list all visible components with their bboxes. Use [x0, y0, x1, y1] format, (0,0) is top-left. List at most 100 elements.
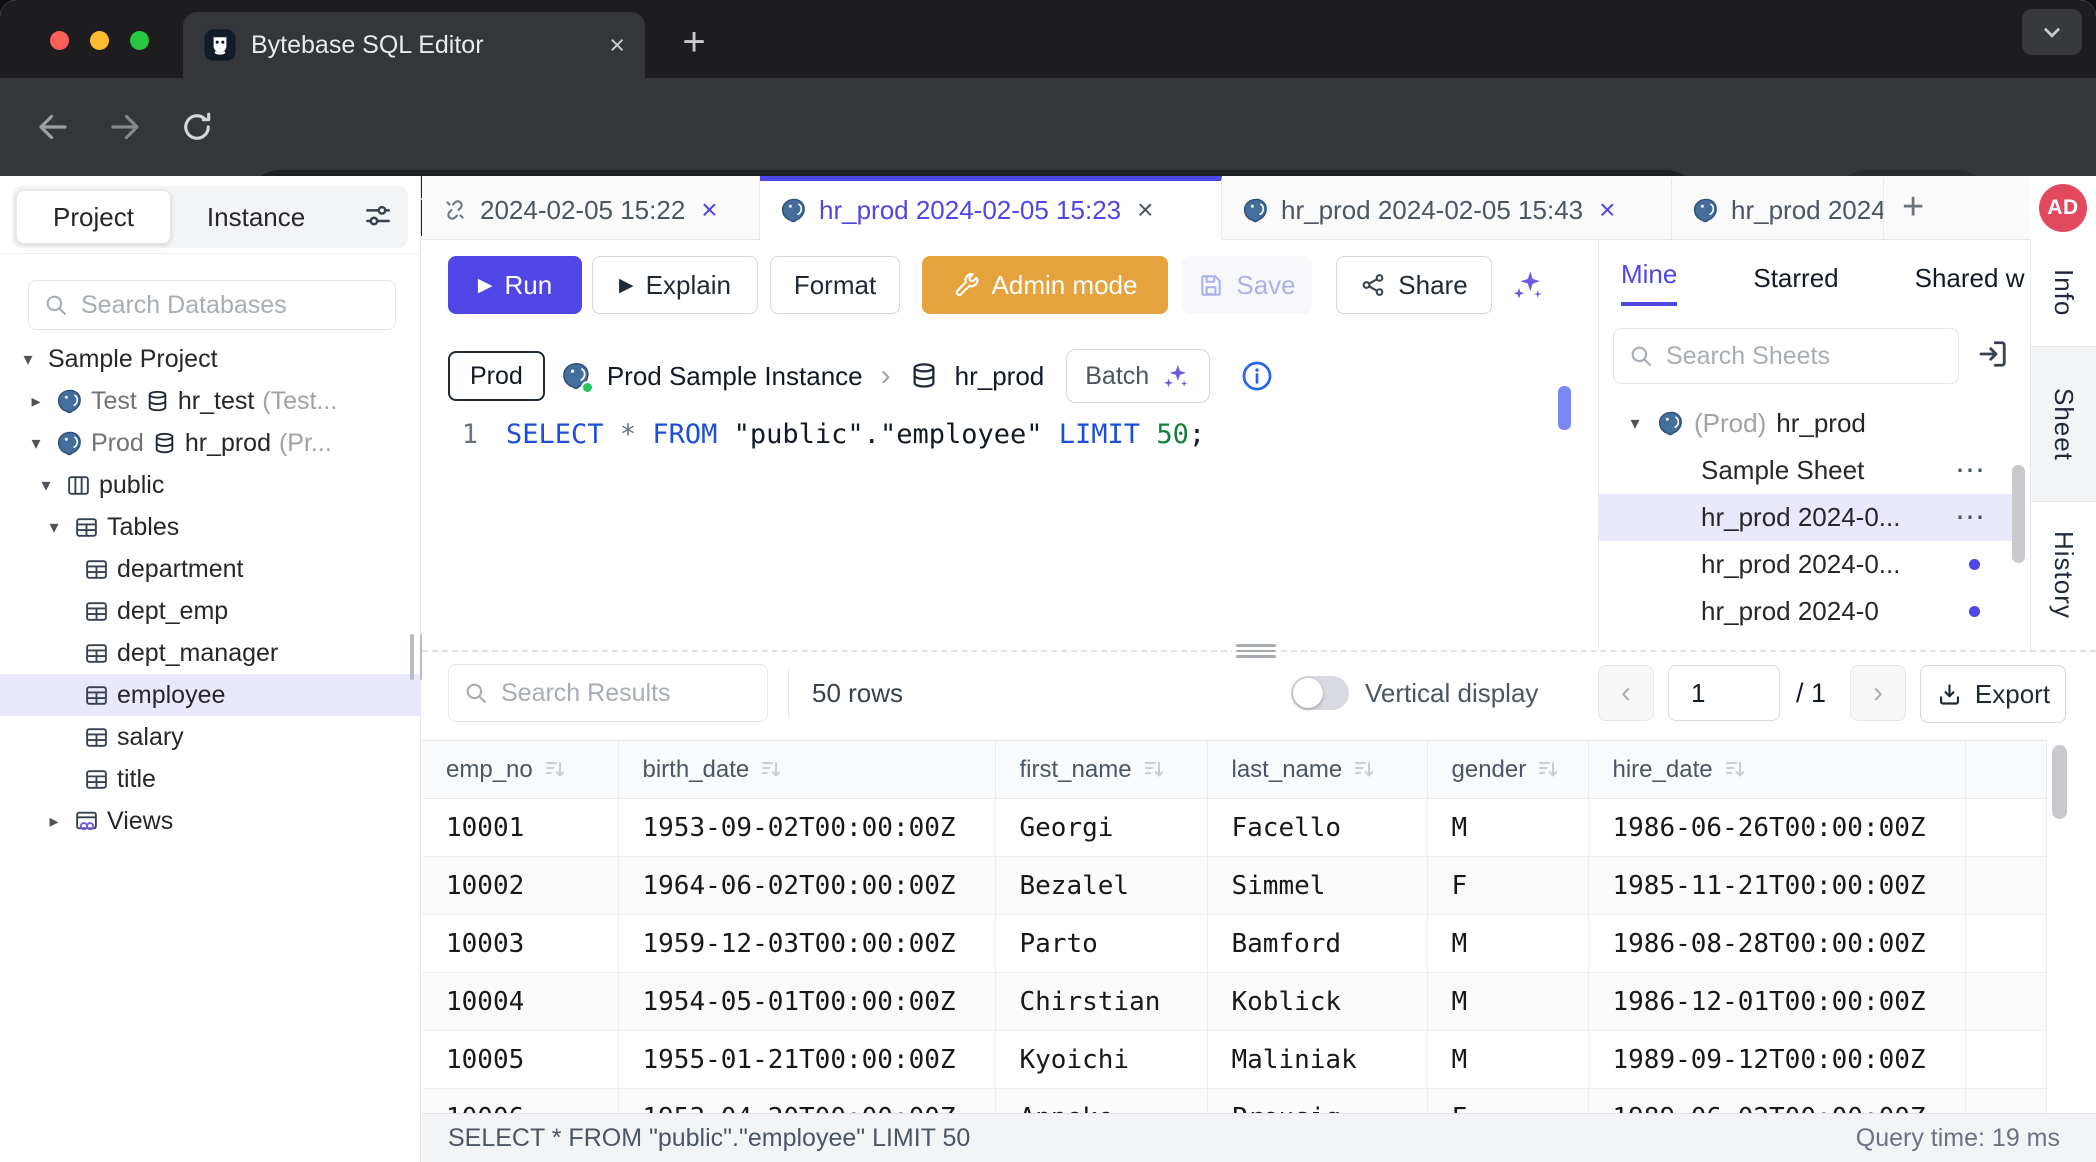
sort-icon[interactable]: [759, 758, 783, 782]
back-button[interactable]: [30, 104, 76, 150]
sheets-search-input[interactable]: [1666, 342, 1944, 371]
save-button[interactable]: Save: [1182, 256, 1312, 314]
sheet-item[interactable]: hr_prod 2024-0: [1599, 588, 2012, 635]
sort-icon[interactable]: [1352, 758, 1376, 782]
explain-button[interactable]: ▶Explain: [592, 256, 758, 314]
rail-tab-sheet[interactable]: Sheet: [2031, 346, 2096, 502]
caret-down-icon[interactable]: ▾: [16, 349, 40, 370]
sql-editor[interactable]: 1 SELECT * FROM "public"."employee" LIMI…: [422, 412, 1598, 456]
sheet-item-menu-icon[interactable]: ⋯: [1955, 453, 2012, 488]
sheets-search[interactable]: [1613, 328, 1959, 384]
sort-icon[interactable]: [543, 758, 567, 782]
tree-item-employee[interactable]: employee: [0, 674, 420, 716]
sort-icon[interactable]: [1723, 758, 1747, 782]
close-tab-icon[interactable]: ×: [1137, 194, 1153, 226]
column-header-gender[interactable]: gender: [1427, 741, 1588, 799]
vertical-display-toggle[interactable]: [1291, 676, 1349, 710]
page-number-input[interactable]: [1668, 665, 1780, 721]
share-button[interactable]: Share: [1336, 256, 1492, 314]
column-header-last_name[interactable]: last_name: [1207, 741, 1427, 799]
column-header-first_name[interactable]: first_name: [995, 741, 1207, 799]
sort-icon[interactable]: [1142, 758, 1166, 782]
tree-item-dept_manager[interactable]: dept_manager: [0, 632, 420, 674]
sheet-item[interactable]: hr_prod 2024-0...: [1599, 541, 2012, 588]
bytebase-favicon: [203, 28, 237, 62]
maximize-window-button[interactable]: [130, 31, 149, 50]
sheet-group-row[interactable]: ▾(Prod)hr_prod: [1599, 400, 2012, 447]
caret-down-icon[interactable]: ▾: [34, 475, 58, 496]
close-tab-icon[interactable]: ×: [701, 194, 717, 226]
results-resize-handle[interactable]: [1232, 642, 1280, 660]
sheets-tab-shared-w[interactable]: Shared w: [1915, 263, 2025, 306]
executed-query-text: SELECT * FROM "public"."employee" LIMIT …: [448, 1124, 970, 1153]
tab-list-chevron-button[interactable]: [2022, 9, 2082, 55]
editor-tab-label: 2024-02-05 15:22: [480, 195, 685, 226]
filter-sliders-icon[interactable]: [362, 201, 394, 233]
tree-item-Views[interactable]: ▸Views: [0, 800, 420, 842]
results-search[interactable]: [448, 664, 768, 722]
next-page-button[interactable]: ›: [1850, 665, 1906, 721]
format-button[interactable]: Format: [770, 256, 900, 314]
column-header-hire_date[interactable]: hire_date: [1588, 741, 1965, 799]
prev-page-button[interactable]: ‹: [1598, 665, 1654, 721]
sheet-list-scrollbar-thumb[interactable]: [2012, 465, 2025, 563]
tree-item-salary[interactable]: salary: [0, 716, 420, 758]
run-button[interactable]: ▶Run: [448, 256, 582, 314]
database-icon: [145, 389, 170, 414]
caret-right-icon[interactable]: ▸: [24, 391, 48, 412]
sheet-item[interactable]: Sample Sheet⋯: [1599, 447, 2012, 494]
sheets-tab-mine[interactable]: Mine: [1621, 259, 1677, 306]
sheets-tab-starred[interactable]: Starred: [1753, 263, 1838, 306]
tree-item-dept_emp[interactable]: dept_emp: [0, 590, 420, 632]
export-button[interactable]: Export: [1920, 665, 2066, 723]
ai-sparkles-icon[interactable]: [1506, 267, 1550, 303]
tree-item-hr_test[interactable]: ▸Testhr_test(Test...: [0, 380, 420, 422]
database-search[interactable]: [28, 280, 396, 330]
rail-tab-history[interactable]: History: [2031, 502, 2096, 648]
tree-item-public[interactable]: ▾public: [0, 464, 420, 506]
editor-tab-label: hr_prod 2024-02-05 15:23: [819, 195, 1121, 226]
table-scrollbar-thumb[interactable]: [2052, 745, 2067, 819]
reload-button[interactable]: [174, 104, 220, 150]
tree-item-hr_prod[interactable]: ▾Prodhr_prod(Pr...: [0, 422, 420, 464]
tree-item-Tables[interactable]: ▾Tables: [0, 506, 420, 548]
sheet-item-menu-icon[interactable]: ⋯: [1955, 500, 2012, 535]
tab-project[interactable]: Project: [16, 190, 171, 244]
tab-instance[interactable]: Instance: [171, 190, 341, 244]
browser-tab-close-icon[interactable]: ×: [609, 30, 625, 61]
tree-item-label: salary: [117, 723, 184, 752]
batch-button[interactable]: Batch: [1066, 349, 1210, 403]
editor-tab-1[interactable]: 2024-02-05 15:22 ×: [422, 176, 760, 240]
close-tab-icon[interactable]: ×: [1599, 194, 1615, 226]
admin-mode-button[interactable]: Admin mode: [922, 256, 1168, 314]
tree-item-Sample Project[interactable]: ▾Sample Project: [0, 338, 420, 380]
editor-tab-4[interactable]: hr_prod 2024-0: [1672, 176, 1884, 240]
user-avatar[interactable]: AD: [2039, 184, 2087, 232]
editor-tab-2[interactable]: hr_prod 2024-02-05 15:23 ×: [760, 176, 1222, 240]
sheet-item[interactable]: hr_prod 2024-0...⋯: [1599, 494, 2012, 541]
rail-tab-info[interactable]: Info: [2031, 240, 2096, 346]
tree-item-title[interactable]: title: [0, 758, 420, 800]
new-sheet-button[interactable]: +: [1884, 186, 1942, 229]
forward-button[interactable]: [102, 104, 148, 150]
caret-down-icon[interactable]: ▾: [1623, 413, 1647, 434]
results-search-input[interactable]: [501, 679, 753, 708]
column-header-birth_date[interactable]: birth_date: [618, 741, 995, 799]
minimize-window-button[interactable]: [90, 31, 109, 50]
tree-item-department[interactable]: department: [0, 548, 420, 590]
database-search-input[interactable]: [81, 291, 381, 320]
close-window-button[interactable]: [50, 31, 69, 50]
editor-scrollbar-thumb[interactable]: [1558, 386, 1571, 430]
import-sheet-icon[interactable]: [1975, 336, 2011, 372]
browser-tab[interactable]: Bytebase SQL Editor ×: [183, 12, 645, 78]
editor-tab-3[interactable]: hr_prod 2024-02-05 15:43×: [1222, 176, 1672, 240]
sort-icon[interactable]: [1536, 758, 1560, 782]
column-header-emp_no[interactable]: emp_no: [422, 741, 618, 799]
caret-down-icon[interactable]: ▾: [42, 517, 66, 538]
caret-right-icon[interactable]: ▸: [42, 811, 66, 832]
database-icon: [909, 361, 939, 391]
new-tab-button[interactable]: +: [668, 16, 720, 68]
wrench-icon: [953, 272, 980, 299]
info-circle-icon[interactable]: [1240, 359, 1274, 393]
caret-down-icon[interactable]: ▾: [24, 433, 48, 454]
